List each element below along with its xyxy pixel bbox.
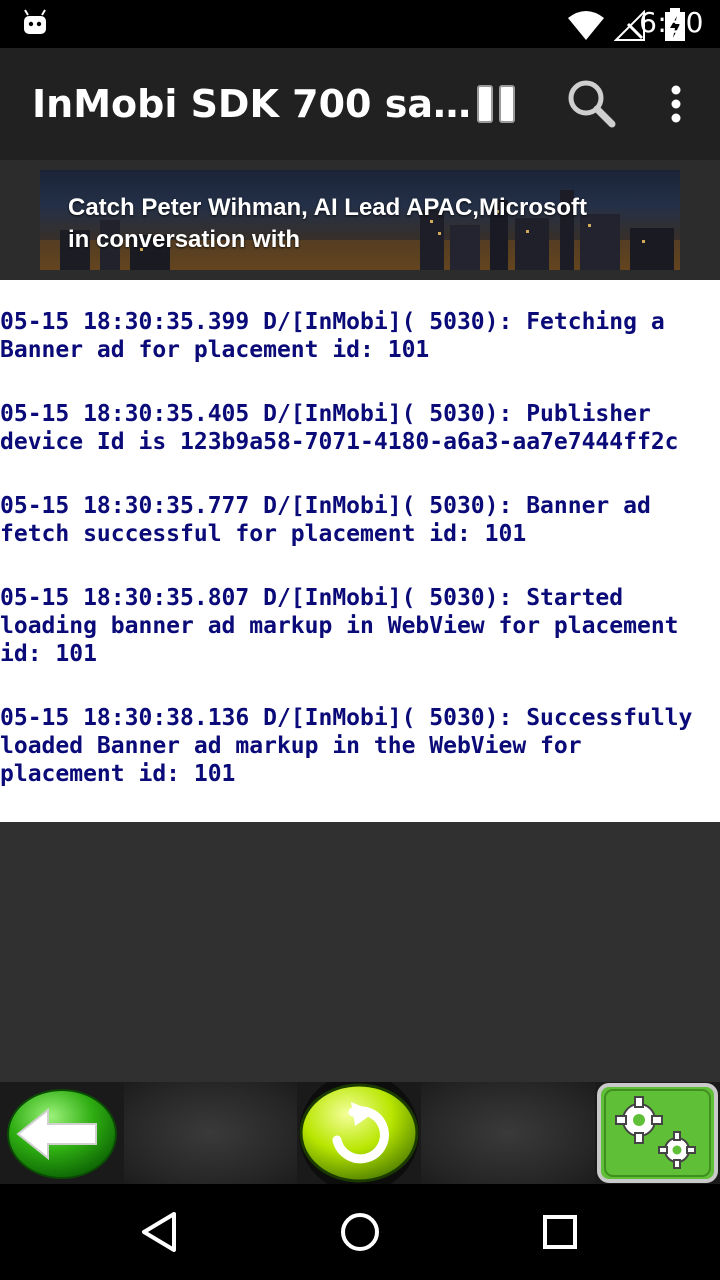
toolbar-spacer bbox=[421, 1082, 595, 1184]
overflow-menu-icon[interactable] bbox=[648, 76, 704, 132]
back-button[interactable] bbox=[0, 1082, 124, 1184]
status-time: 6:30 bbox=[639, 6, 704, 39]
log-list: 05-15 18:30:35.399 D/[InMobi]( 5030): Fe… bbox=[0, 280, 720, 788]
refresh-button[interactable] bbox=[297, 1073, 421, 1193]
log-panel[interactable]: 05-15 18:30:35.399 D/[InMobi]( 5030): Fe… bbox=[0, 280, 720, 822]
android-notification-icon bbox=[24, 9, 46, 34]
app-bar: InMobi SDK 700 sa… bbox=[0, 48, 720, 160]
banner-ad-line-2: in conversation with bbox=[68, 226, 301, 253]
settings-button[interactable] bbox=[595, 1082, 720, 1184]
toolbar-spacer bbox=[124, 1082, 297, 1184]
bottom-toolbar bbox=[0, 1073, 720, 1193]
banner-ad-line-1: Catch Peter Wihman, AI Lead APAC,Microso… bbox=[68, 194, 587, 221]
log-entry: 05-15 18:30:35.807 D/[InMobi]( 5030): St… bbox=[0, 585, 679, 667]
log-entry: 05-15 18:30:35.399 D/[InMobi]( 5030): Fe… bbox=[0, 309, 665, 363]
log-entry: 05-15 18:30:35.777 D/[InMobi]( 5030): Ba… bbox=[0, 493, 651, 547]
app-title: InMobi SDK 700 sa… bbox=[32, 82, 471, 126]
system-nav-bar bbox=[0, 1184, 720, 1280]
home-circle-icon[interactable] bbox=[336, 1208, 384, 1256]
settings-gears-icon bbox=[597, 1083, 718, 1183]
banner-ad[interactable]: Catch Peter Wihman, AI Lead APAC,Microso… bbox=[40, 170, 680, 270]
search-icon[interactable] bbox=[564, 76, 620, 132]
pause-icon[interactable] bbox=[468, 76, 524, 132]
back-arrow-icon bbox=[7, 1089, 117, 1179]
wifi-icon bbox=[568, 11, 604, 40]
recents-square-icon[interactable] bbox=[536, 1208, 584, 1256]
banner-ad-container: Catch Peter Wihman, AI Lead APAC,Microso… bbox=[0, 160, 720, 280]
log-entry: 05-15 18:30:35.405 D/[InMobi]( 5030): Pu… bbox=[0, 401, 679, 455]
banner-ad-text: Catch Peter Wihman, AI Lead APAC,Microso… bbox=[68, 192, 587, 256]
log-entry: 05-15 18:30:38.136 D/[InMobi]( 5030): Su… bbox=[0, 705, 693, 787]
status-bar: 6:30 bbox=[0, 0, 720, 48]
back-triangle-icon[interactable] bbox=[136, 1208, 184, 1256]
refresh-icon bbox=[299, 1073, 419, 1193]
